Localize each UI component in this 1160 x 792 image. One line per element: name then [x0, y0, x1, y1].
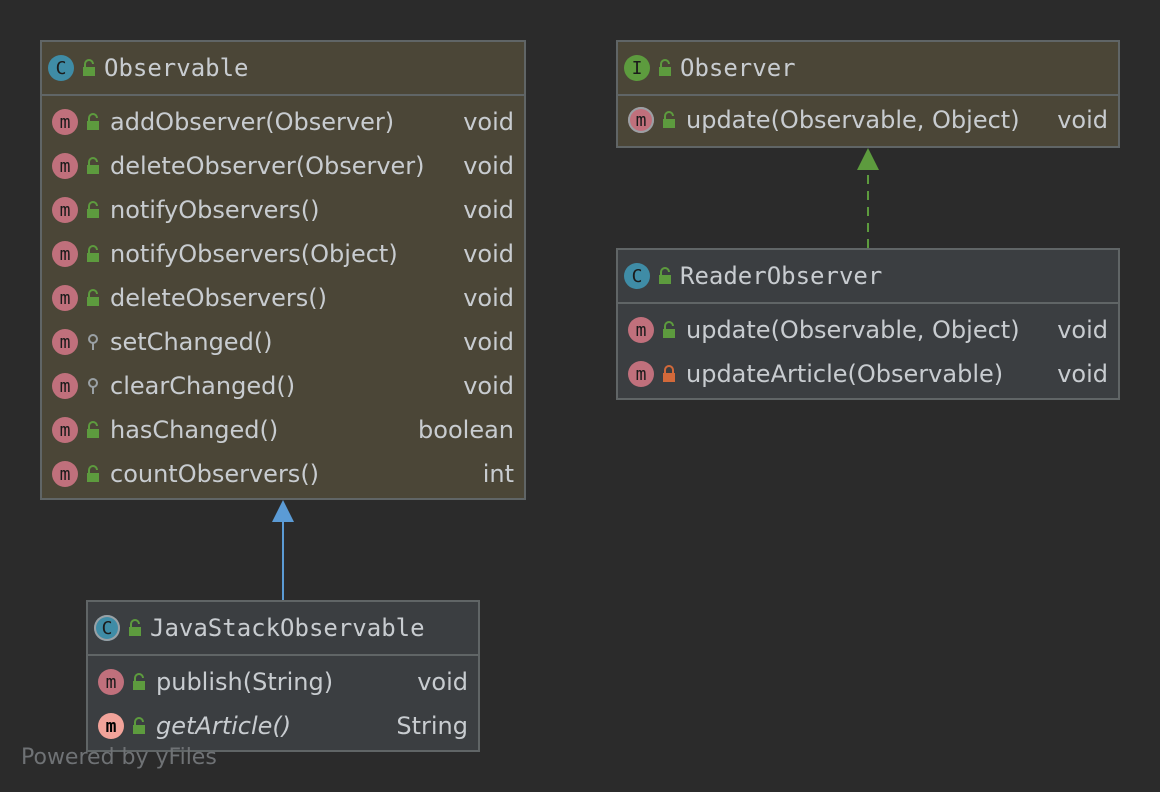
protected-icon: [84, 377, 102, 395]
protected-icon: [84, 333, 102, 351]
public-icon: [84, 289, 102, 307]
class-java-stack-observable[interactable]: C JavaStackObservable m publish(String) vo…: [86, 600, 480, 752]
interface-name: Observer: [680, 54, 796, 82]
method-icon: m: [52, 109, 78, 135]
public-icon: [126, 619, 144, 637]
method-name: hasChanged(): [110, 416, 279, 444]
method-icon: m: [52, 329, 78, 355]
method-row[interactable]: m setChanged() void: [42, 320, 524, 364]
interface-header: I Observer: [618, 42, 1118, 96]
private-lock-icon: [660, 365, 678, 383]
method-icon: m: [52, 241, 78, 267]
method-row[interactable]: m deleteObserver(Observer) void: [42, 144, 524, 188]
return-type: void: [463, 108, 514, 136]
method-name: notifyObservers(): [110, 196, 320, 224]
method-name: setChanged(): [110, 328, 273, 356]
edge-extends-observable: [272, 500, 294, 600]
method-name: publish(String): [156, 668, 334, 696]
method-icon: m: [52, 461, 78, 487]
inheritance-arrowhead: [272, 500, 294, 522]
class-icon: C: [48, 55, 74, 81]
abstract-method-icon: m: [98, 713, 124, 739]
abstract-class-icon: C: [94, 615, 120, 641]
method-name: getArticle(): [156, 712, 292, 740]
method-row[interactable]: m deleteObservers() void: [42, 276, 524, 320]
method-icon: m: [98, 669, 124, 695]
public-icon: [656, 59, 674, 77]
class-header: C JavaStackObservable: [88, 602, 478, 656]
public-icon: [84, 157, 102, 175]
method-icon: m: [52, 153, 78, 179]
abstract-method-icon: m: [628, 107, 654, 133]
return-type: void: [463, 196, 514, 224]
public-icon: [84, 465, 102, 483]
return-type: void: [463, 152, 514, 180]
watermark: Powered by yFiles: [21, 745, 217, 770]
interface-observer[interactable]: I Observer m update(Observable, Object) vo…: [616, 40, 1120, 148]
return-type: String: [396, 712, 468, 740]
public-icon: [130, 717, 148, 735]
public-icon: [656, 267, 674, 285]
return-type: void: [1057, 106, 1108, 134]
method-row[interactable]: m update(Observable, Object) void: [618, 308, 1118, 352]
method-name: countObservers(): [110, 460, 320, 488]
method-name: update(Observable, Object): [686, 106, 1020, 134]
method-icon: m: [52, 373, 78, 399]
public-icon: [130, 673, 148, 691]
return-type: boolean: [418, 416, 514, 444]
return-type: void: [1057, 316, 1108, 344]
method-row[interactable]: m addObserver(Observer) void: [42, 100, 524, 144]
edge-implements-observer: [857, 148, 879, 248]
return-type: int: [482, 460, 514, 488]
return-type: void: [1057, 360, 1108, 388]
method-row[interactable]: m notifyObservers(Object) void: [42, 232, 524, 276]
class-reader-observer[interactable]: C ReaderObserver m update(Observable, Obj…: [616, 248, 1120, 400]
method-name: deleteObserver(Observer): [110, 152, 425, 180]
method-row[interactable]: m update(Observable, Object) void: [618, 98, 1118, 142]
return-type: void: [463, 284, 514, 312]
method-name: updateArticle(Observable): [686, 360, 1004, 388]
class-header: C Observable: [42, 42, 524, 96]
method-icon: m: [52, 417, 78, 443]
method-name: update(Observable, Object): [686, 316, 1020, 344]
method-name: notifyObservers(Object): [110, 240, 398, 268]
method-row[interactable]: m clearChanged() void: [42, 364, 524, 408]
method-icon: m: [52, 197, 78, 223]
public-icon: [660, 111, 678, 129]
class-observable[interactable]: C Observable m addObserver(Observer) void …: [40, 40, 526, 500]
public-icon: [84, 245, 102, 263]
class-name: JavaStackObservable: [150, 614, 425, 642]
method-row[interactable]: m getArticle() String: [88, 704, 478, 748]
class-icon: C: [624, 263, 650, 289]
method-row[interactable]: m hasChanged() boolean: [42, 408, 524, 452]
public-icon: [80, 59, 98, 77]
interface-icon: I: [624, 55, 650, 81]
method-row[interactable]: m countObservers() int: [42, 452, 524, 496]
method-icon: m: [628, 317, 654, 343]
method-name: deleteObservers(): [110, 284, 327, 312]
method-name: addObserver(Observer): [110, 108, 395, 136]
public-icon: [660, 321, 678, 339]
return-type: void: [463, 372, 514, 400]
method-icon: m: [52, 285, 78, 311]
class-name: ReaderObserver: [680, 262, 883, 290]
method-name: clearChanged(): [110, 372, 296, 400]
method-row[interactable]: m notifyObservers() void: [42, 188, 524, 232]
public-icon: [84, 113, 102, 131]
return-type: void: [463, 240, 514, 268]
public-icon: [84, 421, 102, 439]
class-header: C ReaderObserver: [618, 250, 1118, 304]
return-type: void: [417, 668, 468, 696]
method-row[interactable]: m updateArticle(Observable) void: [618, 352, 1118, 396]
public-icon: [84, 201, 102, 219]
return-type: void: [463, 328, 514, 356]
method-row[interactable]: m publish(String) void: [88, 660, 478, 704]
realization-arrowhead: [857, 148, 879, 170]
class-name: Observable: [104, 54, 249, 82]
method-icon: m: [628, 361, 654, 387]
